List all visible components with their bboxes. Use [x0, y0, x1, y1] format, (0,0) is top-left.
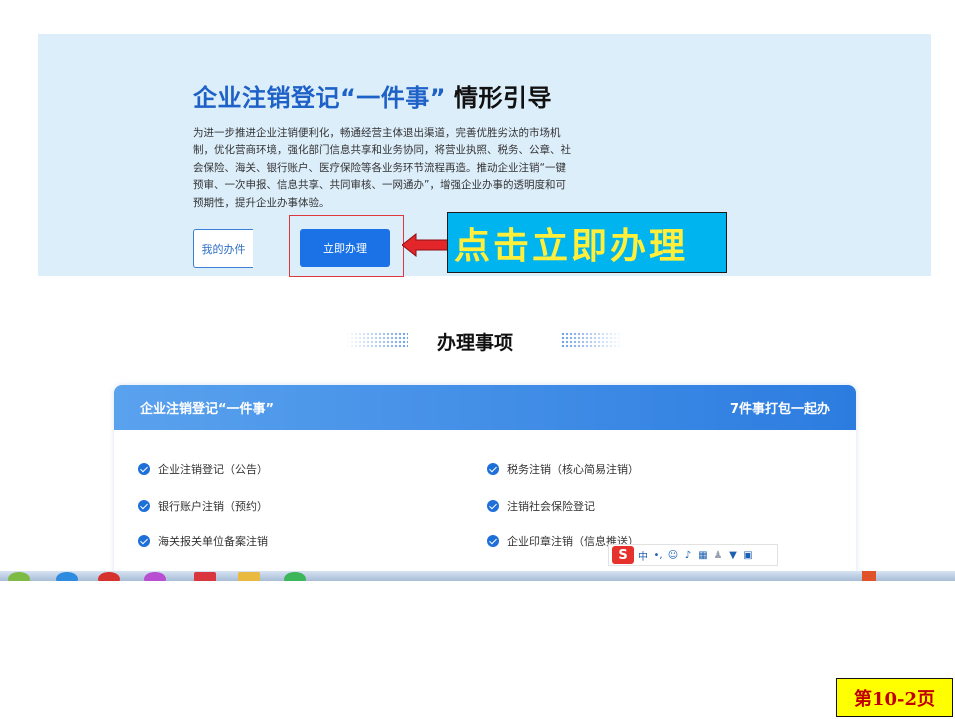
page-number-label: 第10-2页	[836, 678, 953, 717]
section-dots-left	[346, 332, 408, 348]
taskbar-app-icon[interactable]	[8, 572, 30, 581]
hero-description: 为进一步推进企业注销便利化，畅通经营主体退出渠道，完善优胜劣汰的市场机制，优化营…	[193, 127, 571, 209]
tray-flag-icon[interactable]	[862, 571, 876, 581]
microphone-icon[interactable]: ♪	[682, 549, 694, 561]
emoji-icon[interactable]: ☺	[667, 549, 679, 561]
taskbar-app-icon[interactable]	[194, 572, 216, 581]
check-circle-icon	[487, 500, 499, 512]
card-title: 企业注销登记“一件事”	[140, 402, 275, 417]
ime-toolbar[interactable]: S 中 •, ☺ ♪ ▦ ♟ ▼ ▣	[608, 544, 778, 566]
list-item-label: 海关报关单位备案注销	[158, 535, 268, 548]
list-item[interactable]: 税务注销（核心简易注销）	[487, 461, 639, 477]
taskbar-app-icon[interactable]	[238, 572, 260, 581]
taskbar-app-icon[interactable]	[284, 572, 306, 581]
list-item-label: 税务注销（核心简易注销）	[507, 463, 639, 476]
card-badge: 7件事打包一起办	[729, 402, 830, 417]
list-item-label: 企业注销登记（公告）	[158, 463, 268, 476]
check-circle-icon	[138, 500, 150, 512]
taskbar-app-icon[interactable]	[56, 572, 78, 581]
page-title: 企业注销登记“一件事” 情形引导	[193, 78, 552, 113]
list-item-label: 银行账户注销（预约）	[158, 500, 268, 513]
arrow-left-icon	[402, 233, 449, 257]
section-dots-right	[561, 332, 623, 348]
check-circle-icon	[487, 463, 499, 475]
instruction-callout: 点击立即办理	[447, 212, 727, 273]
title-highlight: 企业注销登记“一件事”	[193, 84, 447, 112]
apply-now-button[interactable]: 立即办理	[300, 229, 390, 267]
sogou-logo-icon[interactable]: S	[612, 546, 634, 564]
screenshot-stage: 企业注销登记“一件事” 情形引导 为进一步推进企业注销便利化，畅通经营主体退出渠道…	[0, 0, 955, 719]
ime-mode-toggle[interactable]: 中	[637, 549, 649, 563]
list-item[interactable]: 银行账户注销（预约）	[138, 498, 268, 514]
section-title: 办理事项	[437, 332, 514, 354]
my-items-button[interactable]: 我的办件	[193, 229, 253, 268]
toolbox-icon[interactable]: ▣	[742, 549, 754, 561]
taskbar-app-icon[interactable]	[144, 572, 166, 581]
callout-text: 点击立即办理	[454, 225, 689, 267]
punctuation-icon[interactable]: •,	[652, 549, 664, 561]
user-icon[interactable]: ♟	[712, 549, 724, 561]
title-suffix: 情形引导	[454, 84, 553, 112]
list-item[interactable]: 企业注销登记（公告）	[138, 461, 268, 477]
card-header: 企业注销登记“一件事” 7件事打包一起办	[114, 385, 856, 430]
check-circle-icon	[487, 535, 499, 547]
check-circle-icon	[138, 463, 150, 475]
skin-icon[interactable]: ▼	[727, 549, 739, 561]
list-item-label: 注销社会保险登记	[507, 500, 595, 513]
list-item[interactable]: 海关报关单位备案注销	[138, 533, 268, 549]
taskbar	[0, 571, 955, 581]
list-item[interactable]: 注销社会保险登记	[487, 498, 595, 514]
keyboard-icon[interactable]: ▦	[697, 549, 709, 561]
taskbar-app-icon[interactable]	[98, 572, 120, 581]
check-circle-icon	[138, 535, 150, 547]
